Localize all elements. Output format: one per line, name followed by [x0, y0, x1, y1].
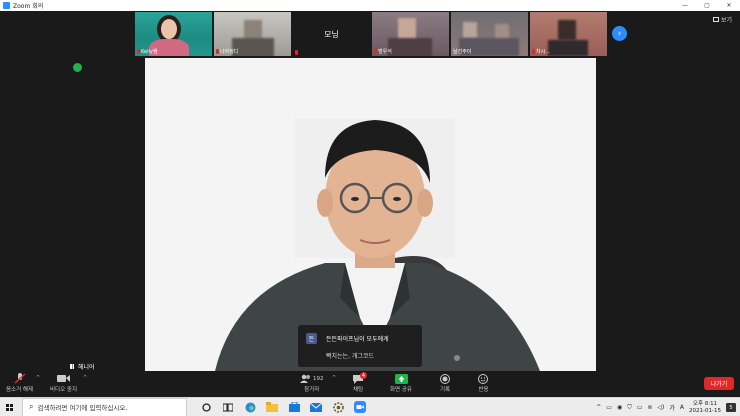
next-page-arrow-icon[interactable]: › [612, 26, 627, 41]
pinned-apps [199, 400, 367, 414]
thumbnail-tile[interactable]: 날선주이 [451, 12, 528, 56]
muted-microphone-icon [14, 373, 26, 384]
zoom-screen: Zoom 회의 — ▢ ✕ Kelly쌤 나하정디 모닝 범우석 날선주이 차시… [0, 0, 740, 416]
video-button[interactable]: 비디오 중지 [50, 373, 77, 393]
participants-icon [300, 374, 310, 383]
chat-button[interactable]: 4 채팅 [352, 372, 367, 393]
signal-bars-icon [70, 364, 76, 369]
close-button[interactable]: ✕ [718, 0, 740, 11]
thumbnail-tile[interactable]: 차시... [530, 12, 607, 56]
view-button[interactable]: 보기 [713, 15, 732, 24]
leave-meeting-button[interactable]: 나가기 [704, 377, 734, 390]
minimize-button[interactable]: — [674, 0, 696, 11]
volume-icon[interactable]: ◁) [657, 404, 664, 411]
chat-sender: 든든파이프님이 모두에게 [326, 336, 389, 343]
participants-button[interactable]: 192 참가자 [300, 373, 324, 393]
participant-name: 모닝 [324, 29, 339, 39]
ime-mode-indicator[interactable]: 가 [669, 403, 675, 412]
display-icon[interactable]: ▭ [637, 404, 643, 411]
zoom-app-icon [3, 2, 10, 9]
meeting-control-bar: 음소거 해제 ^ 비디오 중지 ^ 192 참가자 ^ 4 채팅 화면 공유 기… [0, 371, 740, 397]
record-icon [440, 373, 451, 384]
mute-label: 음소거 해제 [6, 387, 34, 393]
input-language-indicator[interactable]: A [680, 404, 684, 411]
participant-name: 나하정디 [220, 49, 239, 55]
search-icon: ⌕ [29, 402, 34, 411]
start-button[interactable] [0, 398, 18, 416]
title-bar: Zoom 회의 — ▢ ✕ [0, 0, 740, 11]
file-explorer-icon[interactable] [265, 400, 279, 414]
reactions-label: 반응 [478, 387, 489, 393]
window-title: Zoom 회의 [13, 3, 44, 10]
video-options-caret-icon[interactable]: ^ [83, 375, 87, 381]
muted-mic-icon [532, 49, 535, 54]
reactions-smiley-icon [478, 373, 488, 384]
thumbnail-tile[interactable]: Kelly쌤 [135, 12, 212, 56]
chat-unread-badge: 4 [360, 372, 367, 379]
encryption-shield-icon[interactable] [73, 63, 82, 72]
avatar: 든 [306, 333, 317, 344]
network-icon[interactable]: ▭ [606, 404, 612, 411]
taskbar-search-box[interactable]: ⌕ 검색하려면 여기에 입력하십시오. [22, 397, 187, 416]
participants-label: 참가자 [304, 387, 320, 393]
clock-time: 오후 8:11 [692, 400, 718, 407]
muted-mic-icon [295, 50, 298, 55]
share-label: 화면 공유 [390, 387, 412, 393]
thumbnail-tile[interactable]: 나하정디 [214, 12, 291, 56]
record-label: 기록 [440, 387, 451, 393]
camera-icon[interactable]: ◉ [617, 404, 622, 411]
audio-options-caret-icon[interactable]: ^ [36, 375, 40, 381]
chat-label: 채팅 [352, 387, 364, 393]
participant-name: 범우석 [378, 49, 392, 55]
maximize-button[interactable]: ▢ [696, 0, 718, 11]
clock-date: 2021-01-15 [689, 407, 721, 414]
edge-browser-icon[interactable] [243, 400, 257, 414]
participants-count: 192 [313, 375, 324, 382]
speaker-name: 헤니어 [78, 364, 95, 371]
share-screen-icon [394, 373, 408, 384]
participant-name: 차시... [536, 49, 550, 55]
reactions-button[interactable]: 반응 [478, 373, 489, 393]
video-camera-icon [56, 375, 70, 382]
task-view-icon[interactable] [221, 400, 235, 414]
security-icon[interactable]: ⛉ [627, 404, 632, 412]
grid-view-icon [713, 17, 719, 22]
participant-name: 날선주이 [453, 49, 472, 55]
muted-mic-icon [216, 49, 219, 54]
meeting-area: Kelly쌤 나하정디 모닝 범우석 날선주이 차시... › 보기 헤니어 든… [0, 11, 740, 371]
thumbnail-tile[interactable]: 모닝 [293, 12, 370, 56]
video-label: 비디오 중지 [50, 387, 78, 393]
show-hidden-icons-chevron-icon[interactable]: ^ [596, 404, 601, 411]
participant-name: Kelly쌤 [141, 49, 158, 55]
mail-icon[interactable] [309, 400, 323, 414]
share-screen-button[interactable]: 화면 공유 [390, 373, 412, 393]
zoom-taskbar-icon[interactable] [353, 400, 367, 414]
muted-mic-icon [137, 49, 140, 54]
thumbnail-strip: Kelly쌤 나하정디 모닝 범우석 날선주이 차시... [135, 12, 607, 56]
chat-message: 빡치는는, 개그코드 [326, 353, 374, 360]
record-button[interactable]: 기록 [440, 373, 450, 393]
wifi-icon[interactable]: ≋ [647, 404, 652, 411]
thumbnail-tile[interactable]: 범우석 [372, 12, 449, 56]
notification-center-icon[interactable]: 5 [726, 403, 736, 412]
view-label: 보기 [721, 17, 733, 24]
notification-count: 5 [729, 404, 733, 411]
cortana-icon[interactable] [199, 400, 213, 414]
microsoft-store-icon[interactable] [287, 400, 301, 414]
chat-notification-popup[interactable]: 든 든든파이프님이 모두에게 빡치는는, 개그코드 [298, 325, 422, 367]
search-placeholder: 검색하려면 여기에 입력하십시오. [37, 404, 128, 412]
windows-logo-icon [5, 403, 13, 411]
settings-gear-icon[interactable] [331, 400, 345, 414]
windows-taskbar: ⌕ 검색하려면 여기에 입력하십시오. ^ ▭ ◉ ⛉ ▭ ≋ ◁) 가 A 오… [0, 397, 740, 416]
system-tray: ^ ▭ ◉ ⛉ ▭ ≋ ◁) 가 A 오후 8:11 2021-01-15 5 [596, 398, 736, 416]
taskbar-clock[interactable]: 오후 8:11 2021-01-15 [689, 401, 721, 415]
muted-mic-icon [374, 49, 377, 54]
mute-button[interactable]: 음소거 해제 [6, 373, 33, 393]
speaker-name-label: 헤니어 [70, 362, 95, 371]
participants-options-caret-icon[interactable]: ^ [332, 375, 336, 381]
